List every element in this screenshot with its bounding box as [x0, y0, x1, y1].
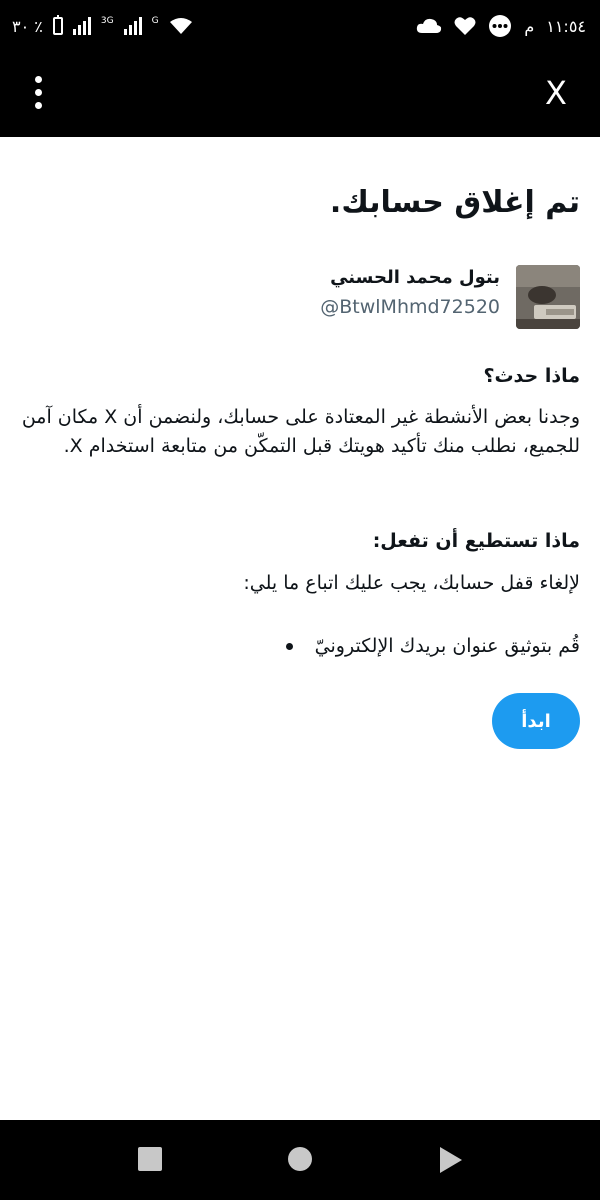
app-bar: X [0, 52, 600, 137]
list-item: قُم بتوثيق عنوان بريدك الإلكترونيّ [285, 635, 580, 657]
heart-icon [454, 17, 476, 35]
close-button[interactable]: X [536, 68, 576, 118]
status-time: ١١:٥٤ [546, 16, 586, 36]
signal-icon-2 [123, 17, 142, 35]
more-dot [34, 101, 42, 109]
start-button[interactable]: ابدأ [492, 693, 580, 749]
step-verify-email: قُم بتوثيق عنوان بريدك الإلكترونيّ [314, 635, 580, 657]
battery-percent: ٣٠ ٪ [12, 16, 43, 36]
network-3g-label: 3G [100, 16, 114, 26]
what-happened-heading: ماذا حدث؟ [483, 365, 580, 387]
avatar-photo [516, 265, 580, 329]
status-bar: ٣٠ ٪ 3G G م ١١:٥٤ [0, 0, 600, 52]
home-button[interactable] [288, 1147, 312, 1171]
bullet-icon [285, 642, 293, 650]
status-right: م ١١:٥٤ [416, 0, 586, 52]
user-handle: @BtwlMhmd72520 [320, 296, 500, 318]
navigation-bar [0, 1120, 600, 1200]
wifi-icon [169, 18, 192, 34]
network-g-label: G [151, 16, 159, 26]
what-to-do-heading: ماذا تستطيع أن تفعل: [372, 530, 580, 552]
battery-icon [52, 15, 63, 35]
page-title: تم إغلاق حسابك. [329, 185, 580, 220]
more-dot [34, 88, 42, 96]
what-happened-body: وجدنا بعض الأنشطة غير المعتادة على حسابك… [21, 406, 580, 457]
what-to-do-intro: لإلغاء قفل حسابك، يجب عليك اتباع ما يلي: [243, 572, 580, 594]
avatar [516, 265, 580, 329]
cloud-icon [417, 18, 442, 33]
recents-button[interactable] [138, 1147, 162, 1171]
more-options-button[interactable] [26, 70, 50, 114]
more-vertical-icon [34, 75, 42, 83]
user-display-name: بتول محمد الحسني [330, 267, 500, 288]
more-notifications-icon [489, 15, 512, 37]
status-ampm: م [524, 16, 535, 36]
back-button[interactable] [440, 1147, 462, 1173]
signal-icon [72, 17, 91, 35]
status-left: ٣٠ ٪ 3G G [12, 0, 193, 52]
